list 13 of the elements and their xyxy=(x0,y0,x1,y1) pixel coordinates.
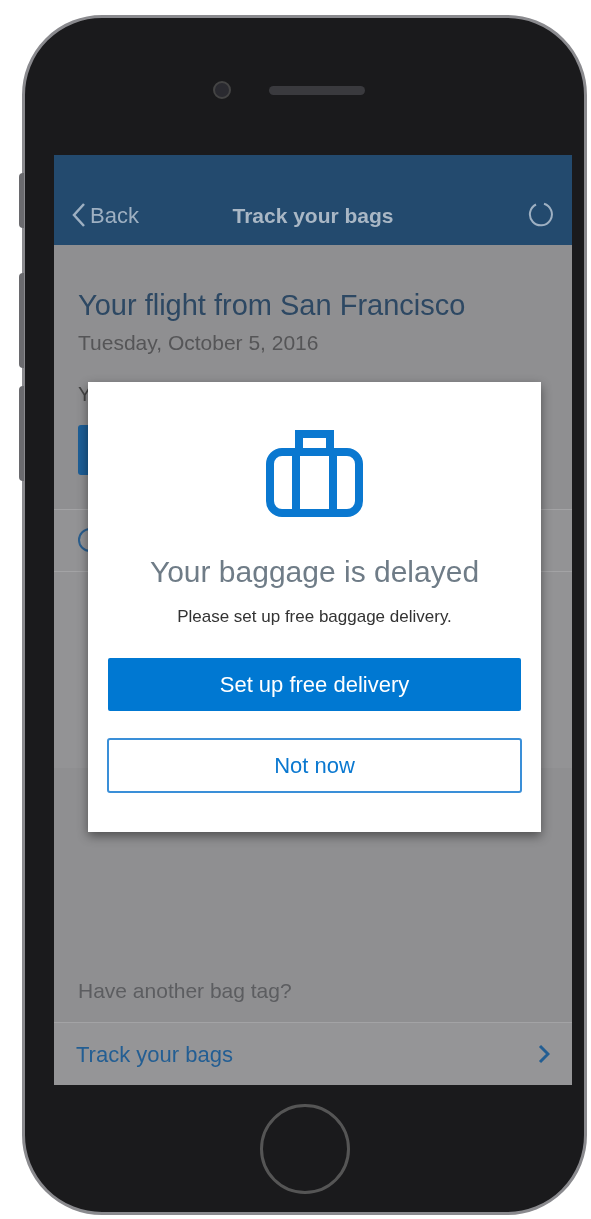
suitcase-icon xyxy=(266,430,363,517)
primary-button[interactable]: Set up free delivery xyxy=(108,657,521,711)
dialog-heading: Your baggage is delayed xyxy=(149,554,480,590)
back-button[interactable]: Back xyxy=(72,195,139,235)
refresh-icon[interactable] xyxy=(528,201,554,227)
secondary-button[interactable]: Not now xyxy=(107,737,522,793)
chevron-right-icon xyxy=(538,1044,550,1064)
screen-title: Track your bags xyxy=(232,202,394,229)
chevron-left-icon xyxy=(72,202,86,228)
flight-title: Your flight from San Francisco xyxy=(78,288,467,323)
camera-icon xyxy=(213,81,231,99)
dialog-message: Please set up free baggage delivery. xyxy=(177,606,452,628)
flight-date: Tuesday, October 5, 2016 xyxy=(78,330,320,356)
